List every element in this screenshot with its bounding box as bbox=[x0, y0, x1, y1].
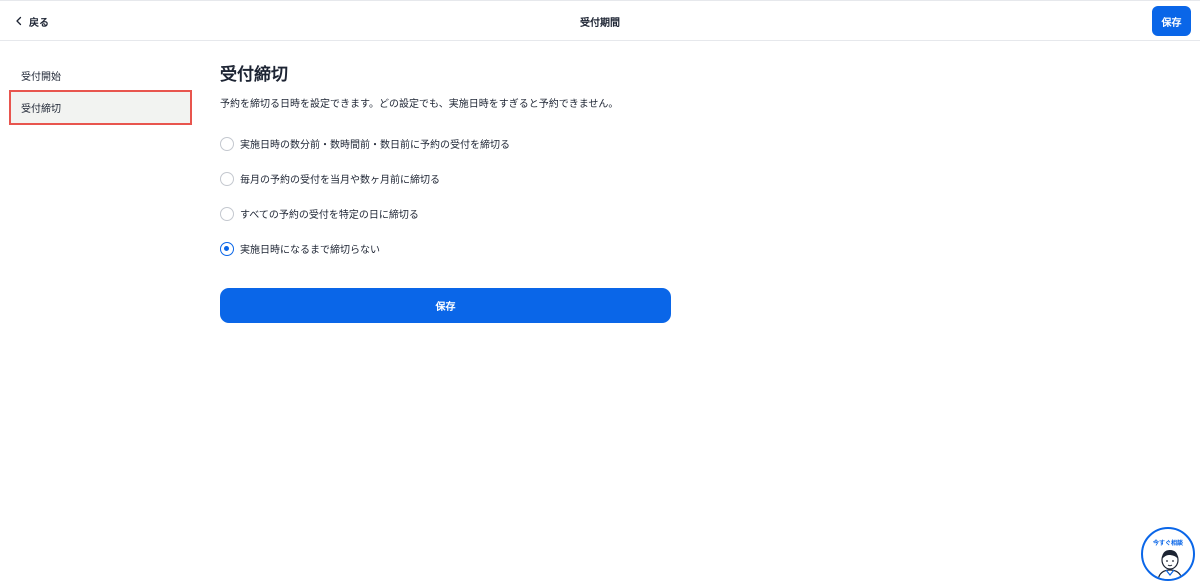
radio-button[interactable] bbox=[220, 206, 234, 221]
sidebar-item-label: 受付開始 bbox=[21, 71, 61, 83]
option-minutes-hours-days-before[interactable]: 実施日時の数分前・数時間前・数日前に予約の受付を締切る bbox=[220, 126, 671, 161]
radio-button-checked[interactable] bbox=[220, 241, 234, 256]
option-no-deadline[interactable]: 実施日時になるまで締切らない bbox=[220, 231, 671, 266]
section-description: 予約を締切る日時を設定できます。どの設定でも、実施日時をすぎると予約できません。 bbox=[220, 99, 619, 110]
option-label: 毎月の予約の受付を当月や数ヶ月前に締切る bbox=[240, 175, 440, 186]
option-label: 実施日時の数分前・数時間前・数日前に予約の受付を締切る bbox=[240, 140, 510, 151]
radio-button[interactable] bbox=[220, 171, 234, 186]
save-button[interactable]: 保存 bbox=[220, 288, 671, 323]
option-label: すべての予約の受付を特定の日に締切る bbox=[240, 210, 419, 221]
option-label: 実施日時になるまで締切らない bbox=[240, 245, 380, 256]
option-specific-date[interactable]: すべての予約の受付を特定の日に締切る bbox=[220, 196, 671, 231]
main-panel: 受付締切 予約を締切る日時を設定できます。どの設定でも、実施日時をすぎると予約で… bbox=[220, 62, 671, 323]
option-monthly-deadline[interactable]: 毎月の予約の受付を当月や数ヶ月前に締切る bbox=[220, 161, 671, 196]
sidebar-item-reception-deadline[interactable]: 受付締切 bbox=[9, 90, 192, 125]
radio-button[interactable] bbox=[220, 136, 234, 151]
header-save-button[interactable]: 保存 bbox=[1152, 6, 1191, 36]
page-title: 受付締切 bbox=[220, 65, 288, 85]
sidebar-item-label: 受付締切 bbox=[21, 104, 61, 115]
sidebar: 受付開始 受付締切 bbox=[9, 60, 192, 125]
consult-now-widget[interactable]: 今すぐ相談 bbox=[1141, 527, 1195, 581]
page-header-title: 受付期間 bbox=[580, 18, 620, 29]
sidebar-item-reception-start[interactable]: 受付開始 bbox=[9, 60, 192, 90]
support-avatar-icon bbox=[1157, 550, 1183, 579]
deadline-options: 実施日時の数分前・数時間前・数日前に予約の受付を締切る 毎月の予約の受付を当月や… bbox=[220, 126, 671, 266]
top-bar: 戻る 受付期間 保存 bbox=[0, 0, 1200, 41]
